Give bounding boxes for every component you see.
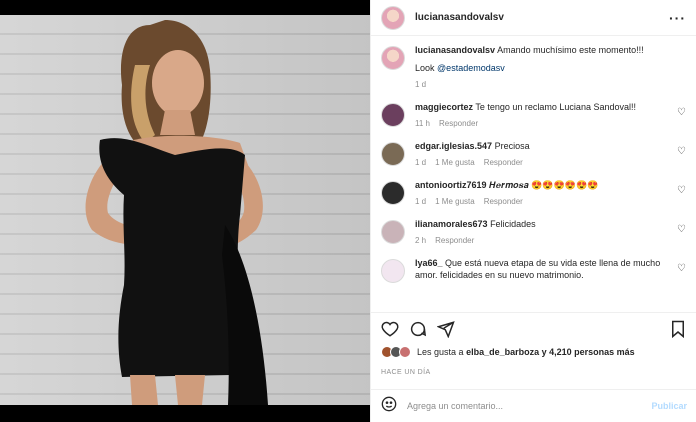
caption-text: Amando muchísimo este momento!!! <box>497 45 644 55</box>
likes-prefix: Les gusta a <box>417 347 464 357</box>
comment-age: 11 h <box>415 119 430 128</box>
comment-like-heart-icon[interactable]: ♡ <box>677 107 686 118</box>
comment-text: Que está nueva etapa de su vida este lle… <box>415 258 661 280</box>
commenter-username[interactable]: edgar.iglesias.547 <box>415 141 492 151</box>
commenter-avatar[interactable] <box>381 220 405 244</box>
share-icon[interactable] <box>437 320 455 338</box>
add-comment-bar: Publicar <box>371 389 696 422</box>
comment-age: 1 d <box>415 158 427 167</box>
comment-age: 1 d <box>415 197 427 206</box>
comments-list: lucianasandovalsv Amando muchísimo este … <box>371 36 696 310</box>
bookmark-icon[interactable] <box>669 320 687 338</box>
commenter-avatar[interactable] <box>381 142 405 166</box>
caption-author[interactable]: lucianasandovalsv <box>415 45 495 55</box>
instagram-post-modal: lucianasandovalsv ··· lucianasandovalsv … <box>0 0 696 422</box>
comment-row: lya66_ Que está nueva etapa de su vida e… <box>381 257 686 283</box>
liker-avatars[interactable] <box>381 346 411 358</box>
likes-summary: Les gusta a elba_de_barboza y 4,210 pers… <box>381 346 635 358</box>
commenter-username[interactable]: ilianamorales673 <box>415 219 488 229</box>
comment-like-heart-icon[interactable]: ♡ <box>677 224 686 235</box>
post-header: lucianasandovalsv ··· <box>371 0 696 36</box>
comment-row: edgar.iglesias.547 Preciosa 1 d 1 Me gus… <box>381 140 686 169</box>
caption-author-avatar[interactable] <box>381 46 405 70</box>
comment-age: 2 h <box>415 236 427 245</box>
comment-text: Felicidades <box>490 219 536 229</box>
caption-row: lucianasandovalsv Amando muchísimo este … <box>381 44 686 91</box>
commenter-avatar[interactable] <box>381 259 405 283</box>
comment-likes[interactable]: 1 Me gusta <box>435 157 475 169</box>
comment-likes[interactable]: 1 Me gusta <box>435 196 475 208</box>
heart-icon[interactable] <box>381 320 399 338</box>
likes-user-link[interactable]: elba_de_barboza <box>466 347 539 357</box>
caption-mention-link[interactable]: @estademodasv <box>437 63 505 73</box>
commenter-username[interactable]: maggiecortez <box>415 102 473 112</box>
comment-like-heart-icon[interactable]: ♡ <box>677 146 686 157</box>
comment-like-heart-icon[interactable]: ♡ <box>677 263 686 274</box>
comment-row: maggiecortez Te tengo un reclamo Luciana… <box>381 101 686 130</box>
woman-in-black-dress-figure <box>85 20 268 405</box>
post-timestamp: HACE UN DÍA <box>381 369 431 376</box>
comment-icon[interactable] <box>409 320 427 338</box>
post-actions-bar <box>371 312 696 344</box>
post-photo <box>0 0 370 422</box>
reply-button[interactable]: Responder <box>439 118 478 130</box>
comment-text: 𝑯𝒆𝒓𝒎𝒐𝒔𝒂 😍😍😍😍😍😍 <box>489 180 599 190</box>
commenter-username[interactable]: antonioortiz7619 <box>415 180 487 190</box>
commenter-username[interactable]: lya66_ <box>415 258 443 268</box>
comment-like-heart-icon[interactable]: ♡ <box>677 185 686 196</box>
caption-look-label: Look <box>415 63 435 73</box>
author-avatar[interactable] <box>381 5 405 30</box>
commenter-avatar[interactable] <box>381 103 405 127</box>
comment-text: Preciosa <box>494 141 530 151</box>
reply-button[interactable]: Responder <box>435 235 474 247</box>
reply-button[interactable]: Responder <box>484 157 523 169</box>
caption-age: 1 d <box>415 80 427 89</box>
author-username[interactable]: lucianasandovalsv <box>415 12 504 23</box>
comment-text: Te tengo un reclamo Luciana Sandoval!! <box>475 102 636 112</box>
publish-button[interactable]: Publicar <box>651 401 687 411</box>
reply-button[interactable]: Responder <box>484 196 523 208</box>
more-options-icon[interactable]: ··· <box>669 10 686 26</box>
commenter-avatar[interactable] <box>381 181 405 205</box>
likes-count-link[interactable]: y 4,210 personas más <box>542 347 635 357</box>
emoji-icon[interactable] <box>381 396 397 417</box>
comment-row: ilianamorales673 Felicidades 2 h Respond… <box>381 218 686 247</box>
comment-row: antonioortiz7619 𝑯𝒆𝒓𝒎𝒐𝒔𝒂 😍😍😍😍😍😍 1 d 1 Me… <box>381 179 686 208</box>
comment-input[interactable] <box>407 401 652 411</box>
post-details-panel: lucianasandovalsv ··· lucianasandovalsv … <box>370 0 696 422</box>
photo-background <box>0 15 370 405</box>
